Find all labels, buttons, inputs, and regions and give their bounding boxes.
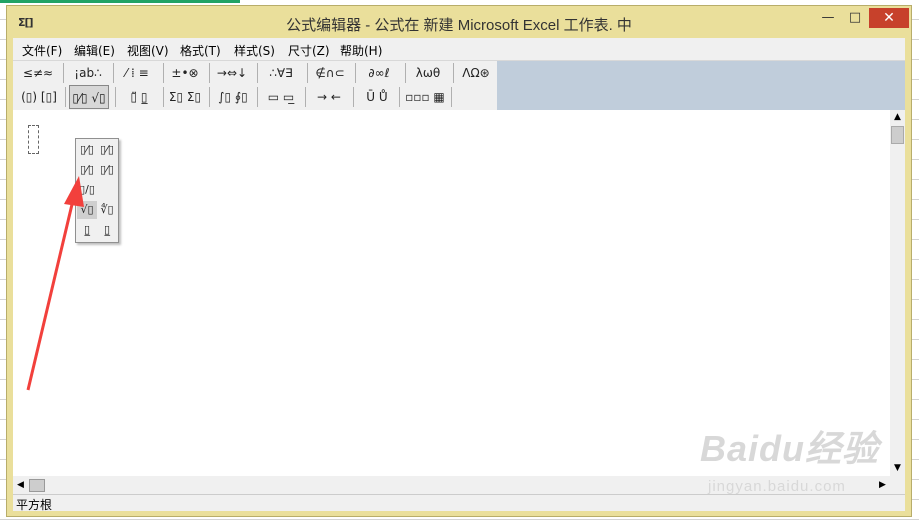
watermark-logo: Baidu经验: [700, 428, 880, 469]
baidu-watermark: Baidu经验 jingyan.baidu.com: [700, 420, 880, 495]
watermark-url: jingyan.baidu.com: [708, 478, 846, 495]
